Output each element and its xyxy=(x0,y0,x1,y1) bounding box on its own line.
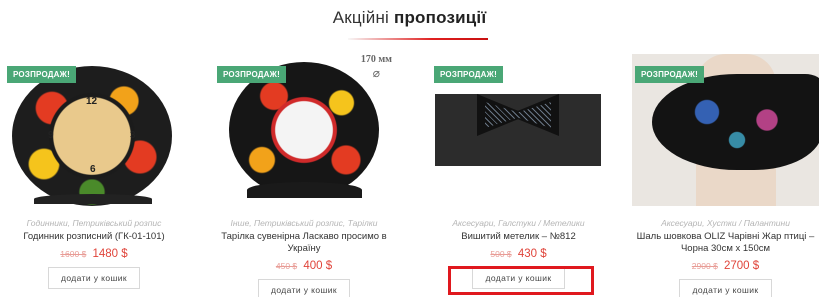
product-name[interactable]: Вишитий метелик – №812 xyxy=(431,231,606,243)
product-categories[interactable]: Аксесуари, Хустки / Палантини xyxy=(632,218,819,228)
section-title-light: Акційні xyxy=(332,8,390,27)
scarf-pattern xyxy=(662,80,812,160)
product-image[interactable]: 12 3 6 9 РОЗПРОДАЖ! xyxy=(4,54,184,206)
product-price: 450 $ 400 $ xyxy=(214,260,394,272)
old-price: 450 $ xyxy=(275,261,298,271)
product-name[interactable]: Шаль шовкова OLIZ Чарівні Жар птиці – Чо… xyxy=(632,231,819,255)
clock-number: 3 xyxy=(130,130,136,141)
old-price: 2900 $ xyxy=(691,261,718,271)
product-image[interactable]: РОЗПРОДАЖ! xyxy=(431,54,606,206)
product-card: 12 3 6 9 РОЗПРОДАЖ! Годинники, Петриківс… xyxy=(4,54,184,289)
product-price: 2900 $ 2700 $ xyxy=(632,260,819,272)
sale-price: 430 $ xyxy=(517,248,547,260)
plate-stand xyxy=(247,182,362,198)
gift-box xyxy=(435,94,601,166)
add-to-cart-button[interactable]: додати у кошик xyxy=(47,267,141,289)
sale-badge: РОЗПРОДАЖ! xyxy=(217,66,286,83)
sale-badge: РОЗПРОДАЖ! xyxy=(7,66,76,83)
product-card: 170 мм ⌀ РОЗПРОДАЖ! Інше, Петриківський … xyxy=(214,54,394,297)
product-image[interactable]: РОЗПРОДАЖ! xyxy=(632,54,819,206)
add-to-cart-button[interactable]: додати у кошик xyxy=(257,279,351,297)
product-categories[interactable]: Аксесуари, Галстуки / Метелики xyxy=(431,218,606,228)
sale-price: 400 $ xyxy=(303,260,333,272)
add-to-cart-button[interactable]: додати у кошик xyxy=(679,279,772,297)
product-price: 500 $ 430 $ xyxy=(431,248,606,260)
product-card: РОЗПРОДАЖ! Аксесуари, Галстуки / Метелик… xyxy=(431,54,606,289)
diameter-icon: ⌀ xyxy=(372,66,380,80)
sale-badge: РОЗПРОДАЖ! xyxy=(635,66,704,83)
product-price: 1600 $ 1480 $ xyxy=(4,248,184,260)
product-name[interactable]: Годинник розписний (ГК-01-101) xyxy=(4,231,184,243)
highlight-box xyxy=(448,266,594,295)
section-title-bold: пропозиції xyxy=(393,8,487,27)
clock-number: 12 xyxy=(86,96,98,107)
plate-stand xyxy=(34,194,152,204)
old-price: 1600 $ xyxy=(60,249,87,259)
clock-number: 9 xyxy=(48,130,54,141)
clock-number: 6 xyxy=(90,164,96,175)
sale-price: 1480 $ xyxy=(92,248,128,260)
sale-price: 2700 $ xyxy=(724,260,760,272)
section-title: Акційні пропозиції xyxy=(0,8,819,28)
product-card: РОЗПРОДАЖ! Аксесуари, Хустки / Палантини… xyxy=(632,54,819,297)
product-name[interactable]: Тарілка сувенірна Ласкаво просимо в Укра… xyxy=(214,231,394,255)
product-categories[interactable]: Інше, Петриківський розпис, Тарілки xyxy=(214,218,394,228)
title-underline xyxy=(348,38,488,40)
product-categories[interactable]: Годинники, Петриківський розпис xyxy=(4,218,184,228)
old-price: 500 $ xyxy=(490,249,512,259)
sale-badge: РОЗПРОДАЖ! xyxy=(434,66,503,83)
product-image[interactable]: 170 мм ⌀ РОЗПРОДАЖ! xyxy=(214,54,394,206)
size-note: 170 мм xyxy=(360,54,392,65)
clock-plate: 12 3 6 9 xyxy=(12,66,172,206)
